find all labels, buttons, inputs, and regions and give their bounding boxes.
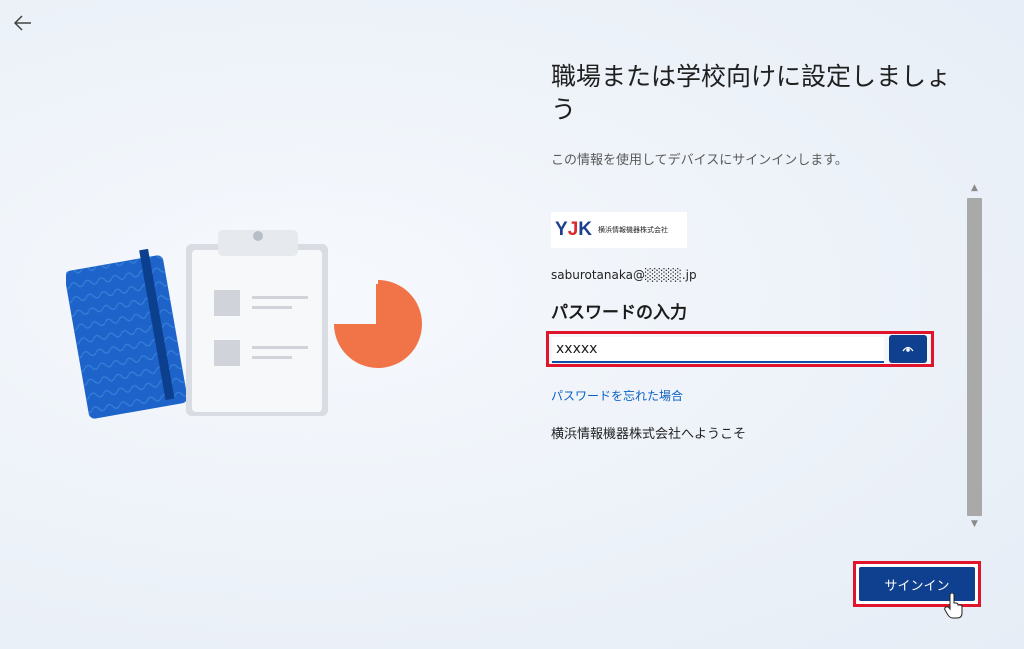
password-field: [546, 331, 934, 367]
account-email: saburotanaka@░░░░.jp: [551, 268, 697, 282]
signin-panel: YJK 横浜情報機器株式会社 saburotanaka@░░░░.jp パスワー…: [546, 200, 941, 520]
page-subtitle: この情報を使用してデバイスにサインインします。: [551, 153, 848, 168]
reveal-password-button[interactable]: [889, 335, 927, 363]
forgot-password-link[interactable]: パスワードを忘れた場合: [551, 387, 683, 404]
organization-logo: YJK 横浜情報機器株式会社: [551, 212, 687, 248]
page-title: 職場または学校向けに設定しましょう: [551, 62, 952, 124]
hand-pointer-cursor-icon: [944, 593, 963, 619]
eye-icon: [902, 346, 914, 352]
back-arrow-icon: [13, 15, 31, 31]
panel-scrollbar[interactable]: ▲ ▼: [966, 180, 983, 532]
scroll-up-arrow-icon[interactable]: ▲: [966, 180, 983, 196]
password-heading: パスワードの入力: [551, 303, 687, 323]
clipboard-icon: [186, 230, 328, 416]
setup-illustration: [66, 230, 422, 419]
pie-chart-icon: [334, 280, 422, 368]
back-button[interactable]: [10, 10, 36, 36]
notebook-icon: [66, 248, 188, 419]
welcome-message: 横浜情報機器株式会社へようこそ: [551, 427, 747, 442]
organization-logo-name: 横浜情報機器株式会社: [598, 226, 668, 234]
scroll-thumb[interactable]: [967, 198, 982, 516]
password-input[interactable]: [552, 337, 884, 363]
scroll-down-arrow-icon[interactable]: ▼: [966, 516, 983, 532]
